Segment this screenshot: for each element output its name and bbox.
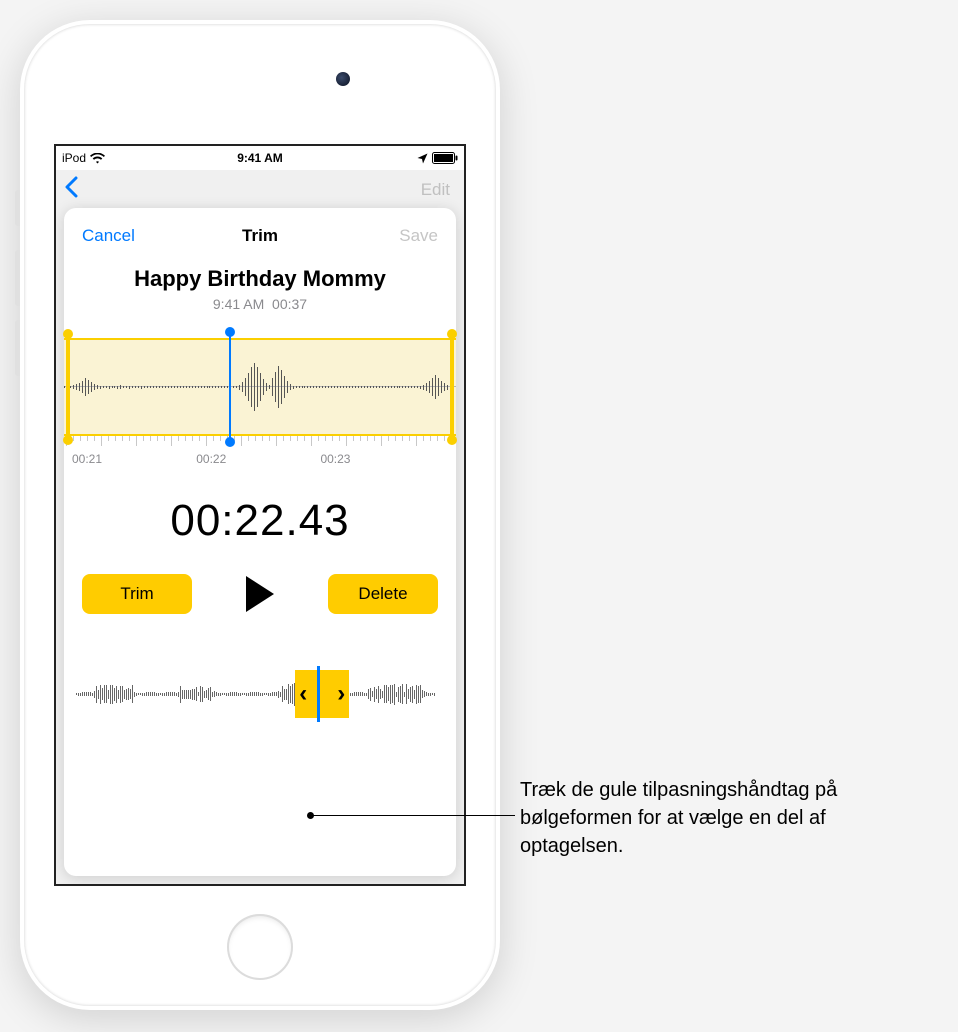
battery-icon xyxy=(432,152,458,164)
back-chevron-icon[interactable] xyxy=(64,176,78,198)
waveform-overview[interactable] xyxy=(64,666,456,722)
tick-3 xyxy=(445,452,448,466)
trim-button[interactable]: Trim xyxy=(82,574,192,614)
overview-handle-right[interactable] xyxy=(333,670,349,718)
controls-row: Trim Delete xyxy=(64,574,456,614)
delete-button[interactable]: Delete xyxy=(328,574,438,614)
front-camera xyxy=(336,72,350,86)
overview-playhead[interactable] xyxy=(317,666,320,722)
mute-switch xyxy=(15,190,20,226)
trim-sheet: Cancel Trim Save Happy Birthday Mommy 9:… xyxy=(64,208,456,876)
overview-handle-left[interactable] xyxy=(295,670,311,718)
waveform-zoom[interactable] xyxy=(64,338,456,436)
playhead[interactable] xyxy=(229,332,231,442)
recording-name: Happy Birthday Mommy xyxy=(64,266,456,292)
sheet-title: Trim xyxy=(242,226,278,246)
play-button[interactable] xyxy=(246,576,274,612)
callout-leader-line xyxy=(310,815,515,816)
tick-1: 00:22 xyxy=(196,452,226,466)
screen: iPod 9:41 AM Edit Cancel Trim Save xyxy=(54,144,466,886)
recording-duration: 00:37 xyxy=(272,296,307,312)
sheet-header: Cancel Trim Save xyxy=(64,222,456,250)
location-icon xyxy=(417,153,428,164)
wifi-icon xyxy=(90,153,105,164)
device-body: iPod 9:41 AM Edit Cancel Trim Save xyxy=(24,24,496,1006)
status-time: 9:41 AM xyxy=(237,151,283,165)
trim-handle-right[interactable] xyxy=(450,334,454,440)
bg-edit-label: Edit xyxy=(421,180,450,200)
cancel-button[interactable]: Cancel xyxy=(82,226,135,246)
callout-text: Træk de gule tilpasningshåndtag på bølge… xyxy=(520,776,930,860)
waveform-bars xyxy=(64,358,456,416)
save-button[interactable]: Save xyxy=(399,226,438,246)
volume-down-button xyxy=(15,320,20,376)
background-screen: Edit Cancel Trim Save Happy Birthday Mom… xyxy=(56,170,464,884)
ipod-device-frame: iPod 9:41 AM Edit Cancel Trim Save xyxy=(20,20,500,1010)
carrier-label: iPod xyxy=(62,151,86,165)
tick-2: 00:23 xyxy=(320,452,350,466)
playhead-time: 00:22.43 xyxy=(64,496,456,546)
home-button[interactable] xyxy=(227,914,293,980)
trim-handle-left[interactable] xyxy=(66,334,70,440)
recording-meta: 9:41 AM 00:37 xyxy=(64,296,456,312)
status-bar: iPod 9:41 AM xyxy=(56,146,464,170)
time-ticks: 00:21 00:22 00:23 xyxy=(64,448,456,466)
overview-bars xyxy=(76,680,444,708)
recording-time: 9:41 AM xyxy=(213,296,264,312)
overview-selection[interactable] xyxy=(295,670,349,718)
tick-marks xyxy=(64,436,456,448)
volume-up-button xyxy=(15,250,20,306)
tick-0: 00:21 xyxy=(72,452,102,466)
